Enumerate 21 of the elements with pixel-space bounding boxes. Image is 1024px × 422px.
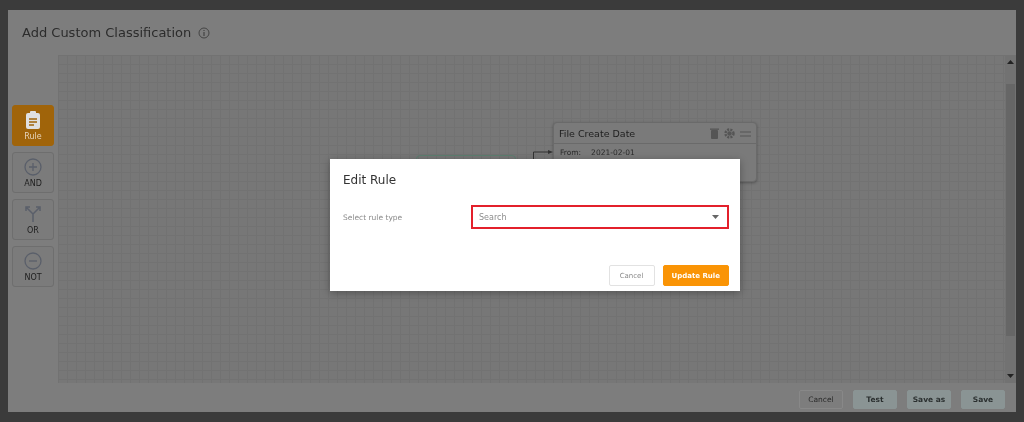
info-icon [198,26,211,39]
toolbox-item[interactable]: Rule [12,105,54,146]
trash-icon[interactable] [710,128,719,139]
connector-arrow [533,150,555,162]
toolbox-item[interactable]: OR [12,199,54,240]
page-title: Add Custom Classification [22,25,192,40]
minus-circle-icon [24,251,42,270]
scrollbar[interactable] [1005,55,1016,383]
select-field[interactable]: Search [471,205,729,229]
scrollbar-thumb[interactable] [1006,84,1015,336]
plus-circle-icon [24,157,42,176]
toolbox-item[interactable]: NOT [12,246,54,287]
scroll-up-icon[interactable] [1007,60,1014,64]
modal-title: Edit Rule [343,173,398,187]
node-title: File Create Date [559,128,637,139]
toolbox-item[interactable]: AND [12,152,54,193]
scroll-down-icon[interactable] [1007,374,1014,378]
split-arrow-icon [24,204,42,223]
caret-icon [712,215,719,219]
gear-icon[interactable] [724,128,735,139]
clipboard-icon [25,110,41,129]
